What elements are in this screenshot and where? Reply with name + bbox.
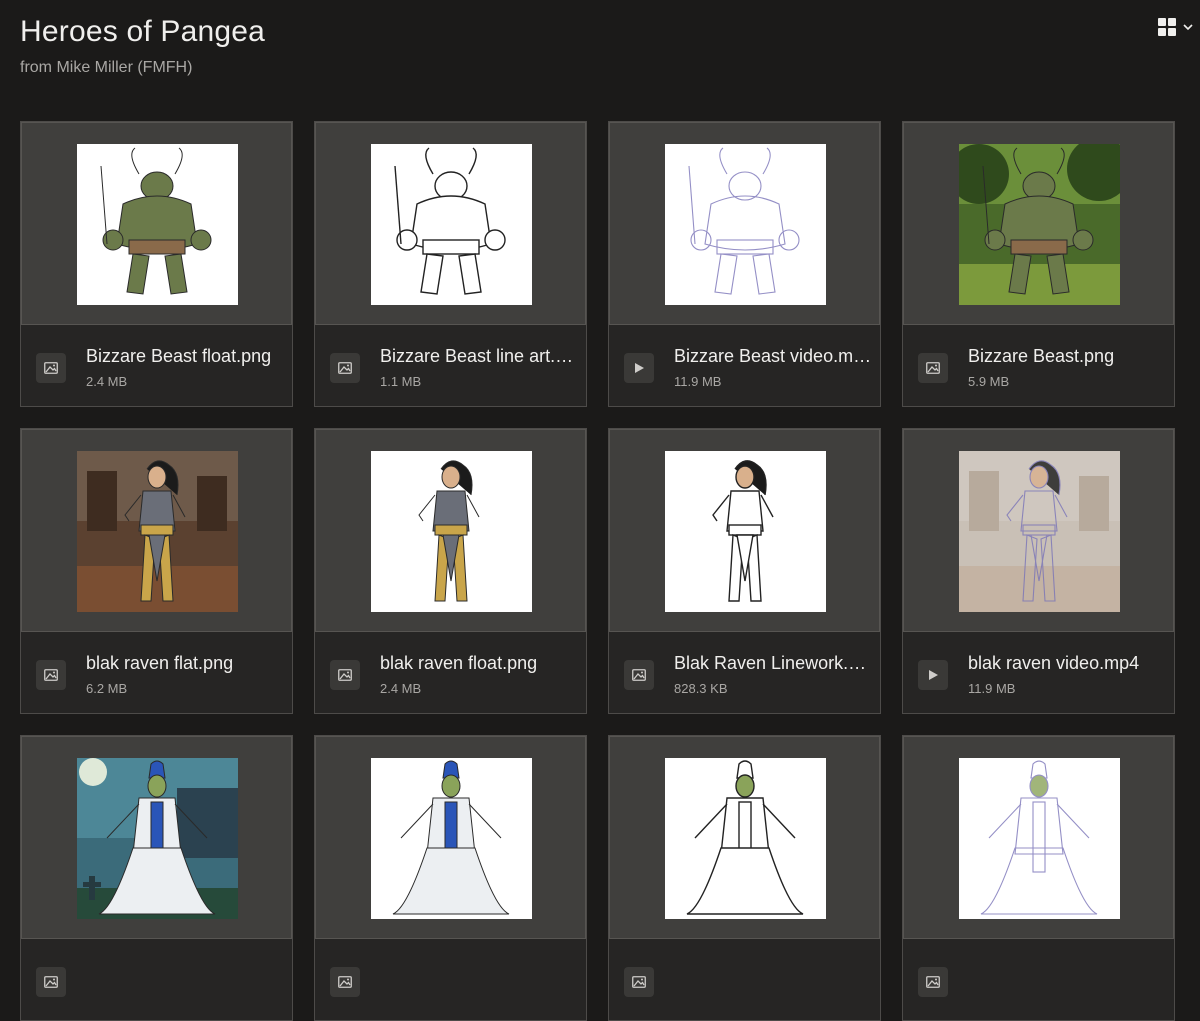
image-file-icon: [330, 967, 360, 997]
file-card[interactable]: Bizzare Beast.png 5.9 MB: [902, 121, 1175, 407]
file-preview-image: [665, 451, 826, 612]
image-file-icon: [624, 967, 654, 997]
file-name[interactable]: Bizzare Beast video.mp4: [674, 346, 872, 367]
file-name[interactable]: blak raven flat.png: [86, 653, 284, 674]
file-card[interactable]: Bizzare Beast video.mp4 11.9 MB: [608, 121, 881, 407]
file-size: 1.1 MB: [380, 374, 422, 389]
file-card[interactable]: Bizzare Beast line art.png 1.1 MB: [314, 121, 587, 407]
file-card[interactable]: [314, 735, 587, 1021]
image-file-icon: [330, 353, 360, 383]
file-meta: Bizzare Beast line art.png 1.1 MB: [315, 326, 586, 406]
file-size: 2.4 MB: [86, 374, 128, 389]
image-file-icon: [624, 660, 654, 690]
file-thumbnail[interactable]: [21, 122, 292, 325]
file-meta: [21, 940, 292, 1020]
file-thumbnail[interactable]: [315, 122, 586, 325]
file-size: 828.3 KB: [674, 681, 728, 696]
file-preview-image: [371, 451, 532, 612]
video-file-icon: [624, 353, 654, 383]
file-preview-image: [959, 758, 1120, 919]
image-file-icon: [36, 967, 66, 997]
file-thumbnail[interactable]: [903, 429, 1174, 632]
file-name[interactable]: Bizzare Beast float.png: [86, 346, 284, 367]
file-meta: blak raven float.png 2.4 MB: [315, 633, 586, 713]
image-file-icon: [36, 353, 66, 383]
file-card[interactable]: Bizzare Beast float.png 2.4 MB: [20, 121, 293, 407]
file-card[interactable]: blak raven float.png 2.4 MB: [314, 428, 587, 714]
file-size: 5.9 MB: [968, 374, 1010, 389]
file-meta: [315, 940, 586, 1020]
file-thumbnail[interactable]: [609, 429, 880, 632]
image-file-icon: [918, 353, 948, 383]
file-thumbnail[interactable]: [903, 122, 1174, 325]
file-card[interactable]: [608, 735, 881, 1021]
grid-view-icon: [1158, 18, 1176, 36]
file-thumbnail[interactable]: [21, 736, 292, 939]
file-size: 11.9 MB: [674, 374, 722, 389]
image-file-icon: [330, 660, 360, 690]
file-thumbnail[interactable]: [21, 429, 292, 632]
file-name[interactable]: Bizzare Beast.png: [968, 346, 1166, 367]
page-subtitle: from Mike Miller (FMFH): [20, 59, 193, 76]
image-file-icon: [918, 967, 948, 997]
file-meta: Bizzare Beast.png 5.9 MB: [903, 326, 1174, 406]
file-size: 2.4 MB: [380, 681, 422, 696]
file-thumbnail[interactable]: [609, 736, 880, 939]
image-file-icon: [36, 660, 66, 690]
file-thumbnail[interactable]: [903, 736, 1174, 939]
chevron-down-icon: [1183, 24, 1193, 31]
page-header: Heroes of Pangea from Mike Miller (FMFH): [20, 14, 265, 77]
file-thumbnail[interactable]: [315, 736, 586, 939]
file-name[interactable]: blak raven float.png: [380, 653, 578, 674]
file-card[interactable]: Blak Raven Linework.png 828.3 KB: [608, 428, 881, 714]
file-preview-image: [959, 144, 1120, 305]
file-meta: Bizzare Beast video.mp4 11.9 MB: [609, 326, 880, 406]
file-meta: blak raven flat.png 6.2 MB: [21, 633, 292, 713]
file-meta: Bizzare Beast float.png 2.4 MB: [21, 326, 292, 406]
file-preview-image: [77, 758, 238, 919]
file-name[interactable]: blak raven video.mp4: [968, 653, 1166, 674]
file-preview-image: [665, 144, 826, 305]
page-title: Heroes of Pangea: [20, 15, 266, 48]
file-size: 6.2 MB: [86, 681, 128, 696]
file-preview-image: [371, 758, 532, 919]
file-meta: blak raven video.mp4 11.9 MB: [903, 633, 1174, 713]
file-name[interactable]: Bizzare Beast line art.png: [380, 346, 578, 367]
file-meta: [609, 940, 880, 1020]
file-meta: Blak Raven Linework.png 828.3 KB: [609, 633, 880, 713]
file-preview-image: [665, 758, 826, 919]
file-card[interactable]: [20, 735, 293, 1021]
file-card[interactable]: [902, 735, 1175, 1021]
file-preview-image: [77, 144, 238, 305]
file-thumbnail[interactable]: [609, 122, 880, 325]
file-meta: [903, 940, 1174, 1020]
file-name[interactable]: Blak Raven Linework.png: [674, 653, 872, 674]
file-preview-image: [371, 144, 532, 305]
file-preview-image: [959, 451, 1120, 612]
file-size: 11.9 MB: [968, 681, 1016, 696]
file-preview-image: [77, 451, 238, 612]
file-card[interactable]: blak raven video.mp4 11.9 MB: [902, 428, 1175, 714]
video-file-icon: [918, 660, 948, 690]
view-toggle-button[interactable]: [1158, 18, 1194, 36]
file-thumbnail[interactable]: [315, 429, 586, 632]
file-card[interactable]: blak raven flat.png 6.2 MB: [20, 428, 293, 714]
